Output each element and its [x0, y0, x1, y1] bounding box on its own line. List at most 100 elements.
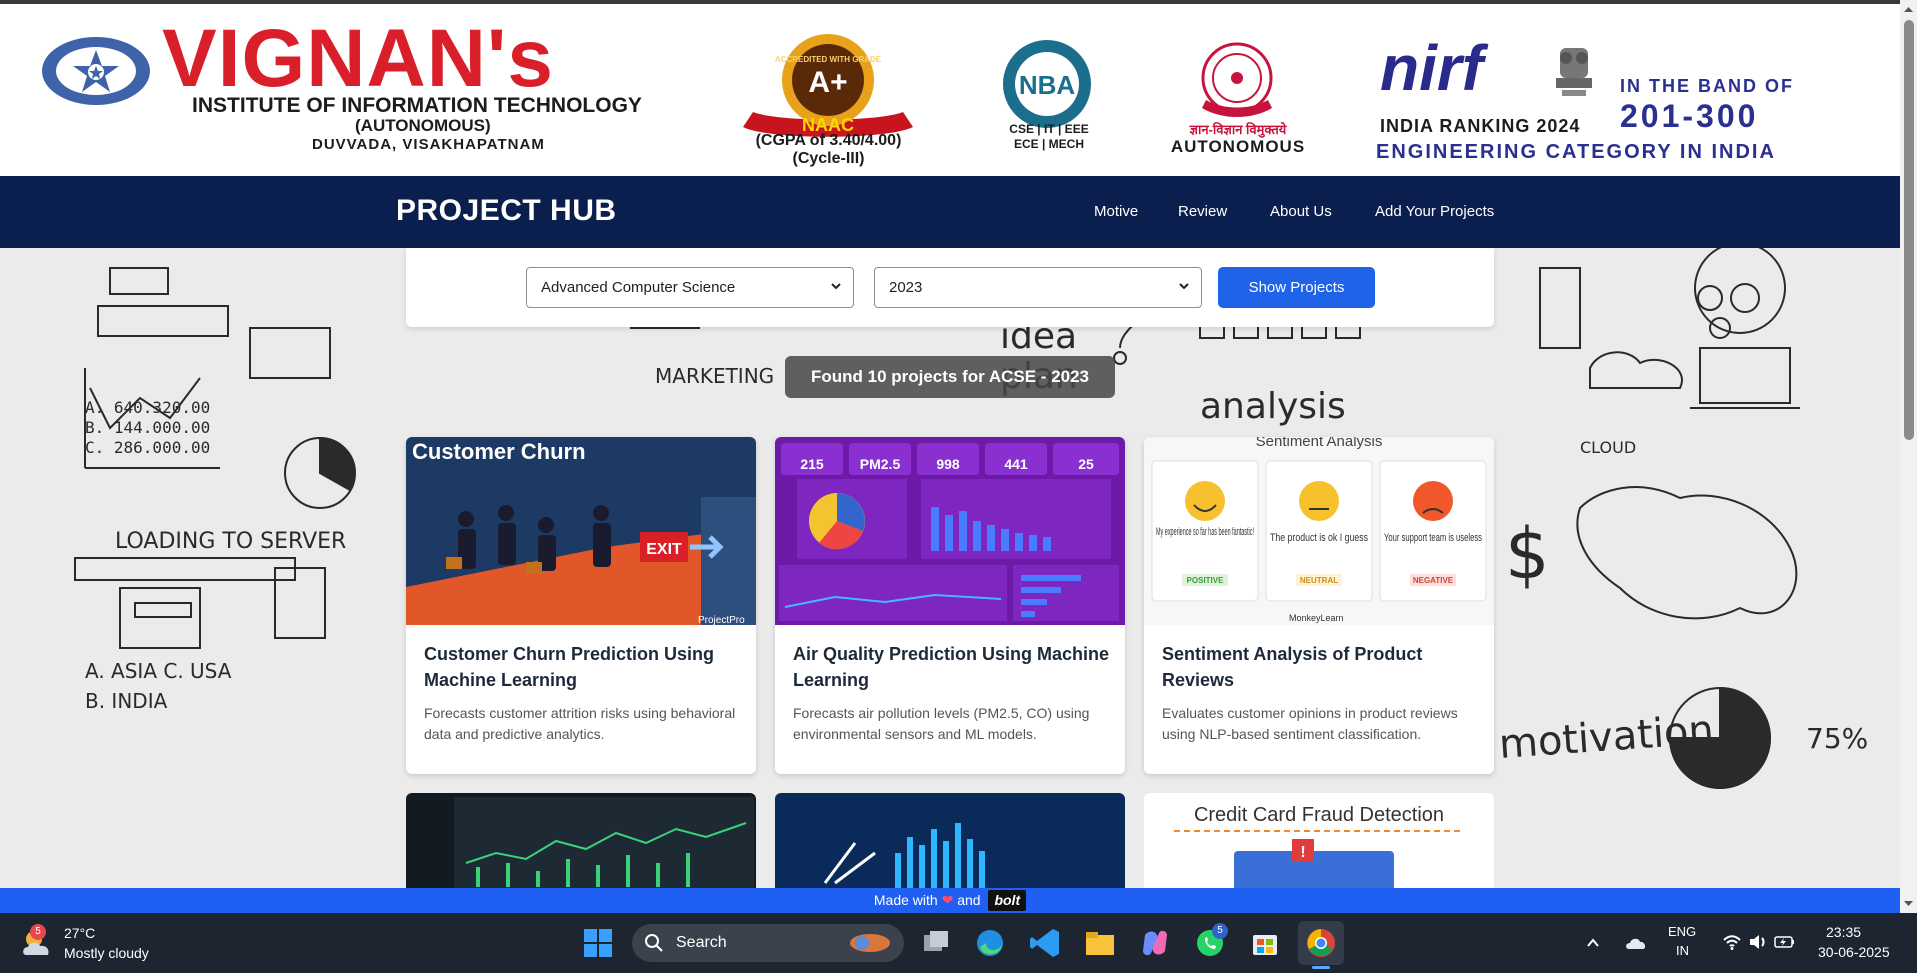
weather-description[interactable]: Mostly cloudy	[64, 945, 149, 961]
copilot-icon[interactable]	[1137, 925, 1173, 961]
project-card-stock-chart[interactable]	[406, 793, 756, 893]
scroll-up-arrow-icon[interactable]	[1903, 4, 1914, 15]
nirf-category-text: ENGINEERING CATEGORY IN INDIA	[1376, 141, 1776, 163]
year-select[interactable]: 2023	[874, 267, 1202, 308]
naac-badge-icon: ACCREDITED WITH GRADE A+ NAAC	[743, 34, 913, 137]
chrome-active-indicator	[1312, 966, 1330, 969]
vscode-icon[interactable]	[1027, 925, 1063, 961]
autonomous-line: (AUTONOMOUS)	[355, 116, 491, 135]
stat-value: PM2.5	[860, 456, 901, 472]
scroll-down-arrow-icon[interactable]	[1903, 898, 1914, 909]
project-title[interactable]: Air Quality Prediction Using Machine Lea…	[793, 641, 1113, 693]
project-title[interactable]: Customer Churn Prediction Using Machine …	[424, 641, 744, 693]
project-card-image: Sentiment Analysis My experience so far …	[1144, 437, 1494, 625]
project-card-image	[775, 793, 1125, 893]
image-watermark: ProjectPro	[698, 615, 745, 625]
image-heading: Customer Churn	[412, 439, 586, 464]
clock-date[interactable]: 30-06-2025	[1818, 944, 1890, 960]
and-text: and	[957, 892, 981, 908]
scrollbar-thumb[interactable]	[1904, 20, 1914, 440]
svg-text:$: $	[1505, 513, 1550, 595]
college-header-banner: VIGNAN's INSTITUTE OF INFORMATION TECHNO…	[0, 4, 1900, 176]
naac-ring-text: ACCREDITED WITH GRADE	[775, 55, 882, 64]
nirf-logo: nirf	[1380, 32, 1484, 104]
project-card-customer-churn[interactable]: Customer Churn EXIT ProjectPro Customer …	[406, 437, 756, 774]
bolt-logo: bolt	[988, 890, 1027, 911]
stat-value: 998	[936, 456, 960, 472]
page-scrollbar[interactable]	[1900, 0, 1917, 913]
microsoft-store-icon[interactable]	[1247, 925, 1283, 961]
task-view-icon[interactable]	[918, 925, 954, 961]
weather-temperature[interactable]: 27°C	[64, 925, 95, 941]
nav-link-motive[interactable]: Motive	[1094, 203, 1138, 220]
exit-sign: EXIT	[646, 541, 682, 558]
svg-text:B. INDIA: B. INDIA	[85, 689, 168, 713]
svg-text:LOADING TO SERVER: LOADING TO SERVER	[115, 529, 346, 554]
sentiment-tag: NEUTRAL	[1300, 576, 1338, 585]
year-select-value: 2023	[889, 279, 923, 296]
svg-text:A. 640.320.00: A. 640.320.00	[85, 398, 210, 417]
nav-link-about-us[interactable]: About Us	[1270, 203, 1332, 220]
nba-label: NBA	[1019, 70, 1076, 100]
chrome-browser-icon[interactable]	[1303, 925, 1339, 961]
svg-text:B. 144.000.00: B. 144.000.00	[85, 418, 210, 437]
svg-text:MARKETING: MARKETING	[655, 364, 774, 388]
department-select[interactable]: Advanced Computer Science	[526, 267, 854, 308]
battery-charging-icon[interactable]	[1774, 933, 1796, 951]
project-card-image: Credit Card Fraud Detection !	[1144, 793, 1494, 893]
taskbar-search-box[interactable]: Search	[632, 924, 904, 962]
nirf-ranking-text: INDIA RANKING 2024	[1380, 116, 1581, 136]
brand-title[interactable]: PROJECT HUB	[396, 194, 617, 228]
windows-start-icon[interactable]	[580, 925, 616, 961]
filter-panel: Advanced Computer Science 2023 Show Proj…	[406, 248, 1494, 327]
college-name: VIGNAN's	[162, 13, 555, 104]
stat-value: 441	[1004, 456, 1028, 472]
autonomous-emblem-icon	[1201, 42, 1273, 117]
volume-icon[interactable]	[1748, 933, 1768, 951]
project-card-sentiment-analysis[interactable]: Sentiment Analysis My experience so far …	[1144, 437, 1494, 774]
project-card-credit-card-fraud[interactable]: Credit Card Fraud Detection !	[1144, 793, 1494, 893]
project-card-image	[406, 793, 756, 893]
project-card-data-analytics[interactable]	[775, 793, 1125, 893]
naac-details: (CGPA of 3.40/4.00) (Cycle-III)	[736, 132, 921, 168]
stat-value: 25	[1078, 456, 1094, 472]
chevron-down-icon	[831, 283, 841, 290]
project-card-air-quality[interactable]: 215 PM2.5 998 441 25 Air Quality Predict…	[775, 437, 1125, 774]
clock-time[interactable]: 23:35	[1826, 924, 1861, 940]
nav-link-add-your-projects[interactable]: Add Your Projects	[1375, 203, 1494, 220]
language-code[interactable]: ENG	[1668, 924, 1696, 939]
image-heading: Sentiment Analysis	[1256, 437, 1383, 450]
nirf-range-text: 201-300	[1620, 98, 1759, 134]
nba-branches-2: ECE | MECH	[1013, 137, 1085, 151]
image-heading: Credit Card Fraud Detection	[1194, 804, 1444, 826]
nba-branches-1: CSE | IT | EEE	[1009, 122, 1089, 136]
onedrive-cloud-icon[interactable]	[1624, 933, 1648, 951]
chevron-down-icon	[1179, 283, 1189, 290]
search-icon	[645, 934, 663, 952]
project-card-image: Customer Churn EXIT ProjectPro	[406, 437, 756, 625]
file-explorer-icon[interactable]	[1082, 925, 1118, 961]
svg-text:CLOUD: CLOUD	[1580, 438, 1636, 457]
institute-line: INSTITUTE OF INFORMATION TECHNOLOGY	[192, 94, 642, 117]
results-count-badge: Found 10 projects for ACSE - 2023	[785, 356, 1115, 398]
nirf-band-text: IN THE BAND OF	[1620, 76, 1794, 96]
naac-grade: A+	[808, 66, 847, 99]
made-with-text: Made with	[873, 892, 938, 908]
svg-text:!: !	[1300, 844, 1305, 861]
show-projects-button[interactable]: Show Projects	[1218, 267, 1375, 308]
wifi-icon[interactable]	[1722, 933, 1742, 951]
language-region[interactable]: IN	[1676, 943, 1689, 958]
naac-cgpa: (CGPA of 3.40/4.00)	[755, 132, 902, 149]
whatsapp-badge: 5	[1212, 923, 1228, 939]
svg-text:A. ASIA C. USA: A. ASIA C. USA	[85, 659, 232, 683]
project-description: Forecasts air pollution levels (PM2.5, C…	[793, 705, 1090, 742]
edge-browser-icon[interactable]	[972, 925, 1008, 961]
project-title[interactable]: Sentiment Analysis of Product Reviews	[1162, 641, 1482, 693]
svg-text:analysis: analysis	[1200, 386, 1346, 427]
vignan-logo-icon	[42, 37, 150, 105]
image-brand: MonkeyLearn	[1289, 613, 1344, 623]
made-with-bolt-bar[interactable]: Made with ❤ and bolt	[0, 888, 1900, 913]
chevron-up-icon[interactable]	[1585, 935, 1601, 951]
nav-link-review[interactable]: Review	[1178, 203, 1227, 220]
search-highlight-icon	[850, 934, 890, 952]
